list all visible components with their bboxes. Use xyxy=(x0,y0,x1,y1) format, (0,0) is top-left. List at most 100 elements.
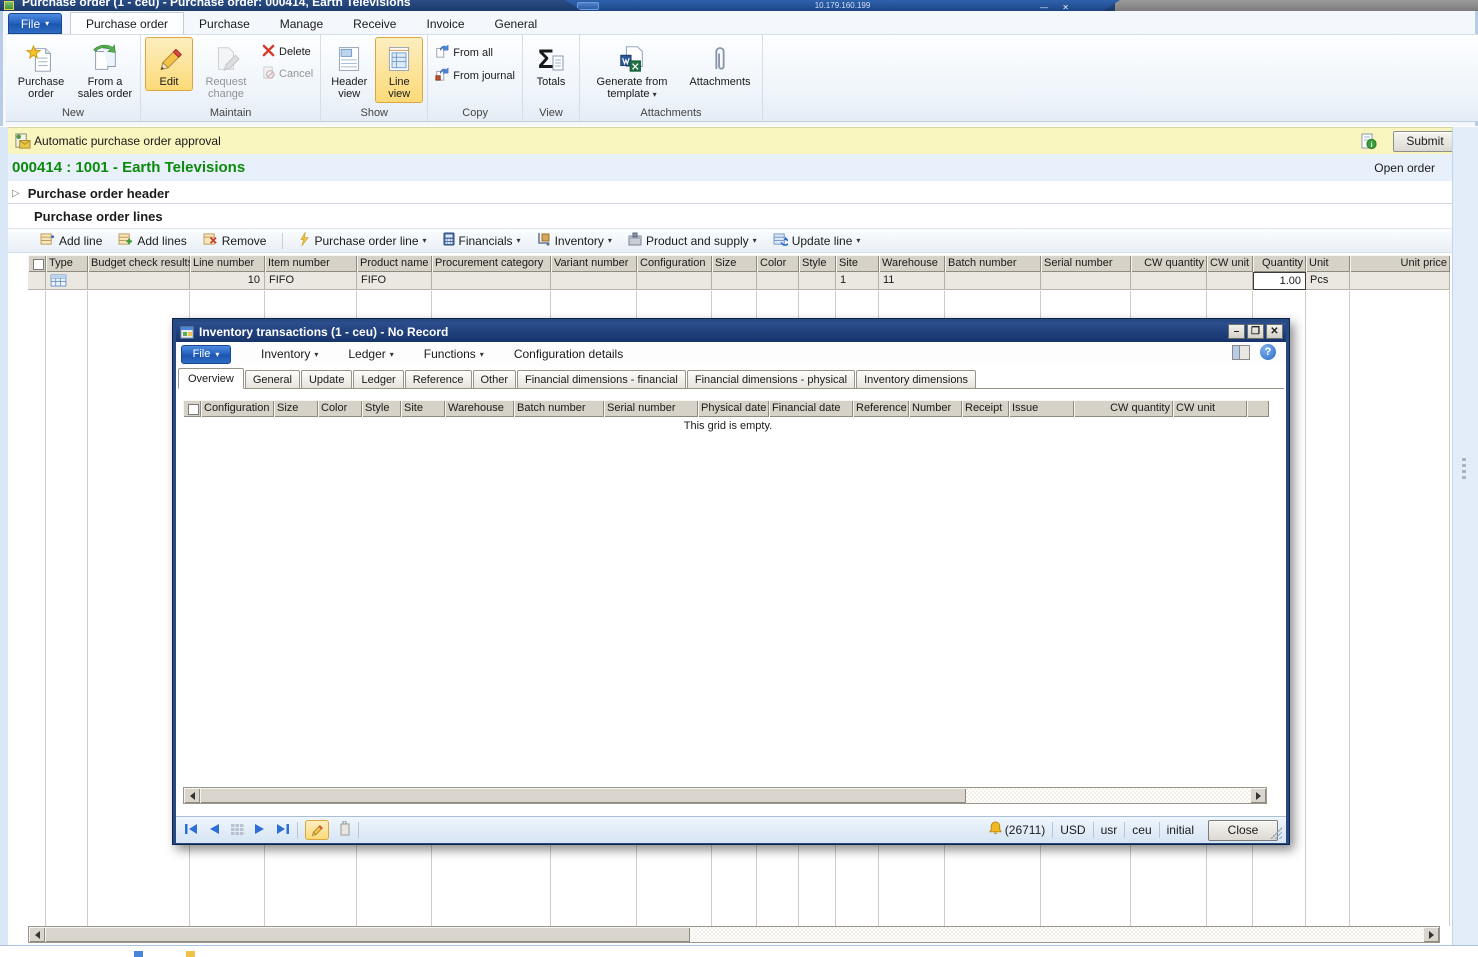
cell-size[interactable] xyxy=(712,272,757,290)
expand-arrow-icon[interactable]: ▷ xyxy=(12,188,20,199)
purchase-order-button[interactable]: Purchase order xyxy=(10,37,72,103)
cell-cw-unit[interactable] xyxy=(1207,272,1253,290)
inventory-menu[interactable]: Inventory ▾ xyxy=(531,230,618,251)
tab-purchase[interactable]: Purchase xyxy=(184,13,265,34)
previous-record-button[interactable] xyxy=(208,823,220,838)
financials-menu[interactable]: Financials ▾ xyxy=(437,230,527,251)
last-record-button[interactable] xyxy=(276,823,290,838)
tab-purchase-order[interactable]: Purchase order xyxy=(70,12,184,34)
cell-unit-price[interactable] xyxy=(1350,272,1450,290)
row-selector[interactable] xyxy=(28,272,46,290)
workflow-info-icon[interactable]: i xyxy=(1361,133,1377,153)
delete-button[interactable]: Delete xyxy=(259,43,316,61)
add-lines-button[interactable]: Add lines xyxy=(112,231,192,251)
cell-variant-number[interactable] xyxy=(551,272,637,290)
dtab-general[interactable]: General xyxy=(245,370,300,388)
dtab-other[interactable]: Other xyxy=(473,370,517,388)
menu-configuration-details[interactable]: Configuration details xyxy=(514,347,623,361)
first-record-button[interactable] xyxy=(184,823,198,838)
dialog-file-button[interactable]: File ▾ xyxy=(181,345,231,364)
tab-invoice[interactable]: Invoice xyxy=(411,13,479,34)
scroll-right-arrow[interactable] xyxy=(1423,927,1439,942)
cell-serial-number[interactable] xyxy=(1041,272,1131,290)
from-journal-button[interactable]: From journal xyxy=(432,66,518,85)
attachments-button[interactable]: Attachments xyxy=(682,37,758,91)
menu-functions[interactable]: Functions▾ xyxy=(424,347,484,361)
remove-button[interactable]: Remove xyxy=(197,231,273,251)
grid-view-button[interactable] xyxy=(230,823,244,838)
lines-grid-row-1[interactable]: 10 FIFO FIFO 1 11 1.00 Pcs xyxy=(28,272,1450,290)
request-change-button[interactable]: Request change xyxy=(195,37,257,103)
scroll-left-arrow[interactable] xyxy=(184,788,200,803)
cell-style[interactable] xyxy=(799,272,836,290)
edit-record-button[interactable] xyxy=(305,820,329,840)
lines-grid-header[interactable]: Type Budget check results Line number It… xyxy=(28,255,1450,272)
menu-inventory[interactable]: Inventory▾ xyxy=(261,347,318,361)
cell-configuration[interactable] xyxy=(637,272,712,290)
file-menu-button[interactable]: File ▾ xyxy=(8,13,62,34)
minimize-button[interactable]: – xyxy=(1228,324,1245,339)
scrollbar-thumb[interactable] xyxy=(45,927,690,942)
show-panes-icon[interactable] xyxy=(1232,345,1250,360)
tab-receive[interactable]: Receive xyxy=(338,13,411,34)
dialog-grid-header[interactable]: Configuration Size Color Style Site Ware… xyxy=(183,400,1269,417)
close-button[interactable]: Close xyxy=(1208,820,1278,841)
resize-grip[interactable] xyxy=(1270,827,1282,839)
line-view-button[interactable]: Line view xyxy=(375,37,423,103)
generate-from-template-button[interactable]: Generate from template ▾ xyxy=(584,37,680,104)
main-horizontal-scrollbar[interactable] xyxy=(28,926,1440,943)
submit-button[interactable]: Submit xyxy=(1393,131,1457,152)
cell-type[interactable] xyxy=(46,272,88,290)
dialog-select-all-checkbox[interactable] xyxy=(188,404,199,415)
dtab-fin-dim-physical[interactable]: Financial dimensions - physical xyxy=(687,370,855,388)
cell-unit[interactable]: Pcs xyxy=(1306,272,1350,290)
from-all-button[interactable]: From all xyxy=(432,43,518,62)
dtab-update[interactable]: Update xyxy=(301,370,352,388)
cell-line-number[interactable]: 10 xyxy=(190,272,265,290)
dialog-horizontal-scrollbar[interactable] xyxy=(183,787,1267,804)
update-line-menu[interactable]: Update line ▾ xyxy=(767,231,867,251)
dtab-ledger[interactable]: Ledger xyxy=(353,370,403,388)
cell-cw-quantity[interactable] xyxy=(1131,272,1207,290)
purchase-order-header-section[interactable]: ▷ Purchase order header xyxy=(8,183,1452,204)
splitter-grip[interactable] xyxy=(1462,458,1466,479)
scroll-left-arrow[interactable] xyxy=(29,927,45,942)
cell-site[interactable]: 1 xyxy=(836,272,879,290)
totals-button[interactable]: Σ Totals xyxy=(527,37,575,91)
menu-ledger[interactable]: Ledger▾ xyxy=(348,347,393,361)
cell-item-number[interactable]: FIFO xyxy=(265,272,357,290)
tab-general[interactable]: General xyxy=(480,13,553,34)
tab-manage[interactable]: Manage xyxy=(265,13,338,34)
cell-procurement-category[interactable] xyxy=(432,272,551,290)
bell-icon[interactable] xyxy=(988,821,1003,839)
cell-product-name[interactable]: FIFO xyxy=(357,272,432,290)
cell-warehouse[interactable]: 11 xyxy=(879,272,945,290)
product-and-supply-menu[interactable]: Product and supply ▾ xyxy=(622,230,763,251)
scroll-right-arrow[interactable] xyxy=(1250,788,1266,803)
from-sales-order-button[interactable]: From a sales order xyxy=(74,37,136,103)
cell-batch-number[interactable] xyxy=(945,272,1041,290)
help-icon[interactable]: ? xyxy=(1260,344,1276,360)
scrollbar-thumb[interactable] xyxy=(200,788,966,803)
header-view-button[interactable]: Header view xyxy=(325,37,373,103)
maximize-button[interactable]: ❐ xyxy=(1247,324,1264,339)
close-window-button[interactable]: ✕ xyxy=(1266,324,1283,339)
next-record-button[interactable] xyxy=(254,823,266,838)
select-all-checkbox[interactable] xyxy=(33,259,44,270)
dtab-fin-dim-financial[interactable]: Financial dimensions - financial xyxy=(517,370,686,388)
edit-button[interactable]: Edit xyxy=(145,37,193,91)
cell-budget-check[interactable] xyxy=(88,272,190,290)
attach-document-button[interactable] xyxy=(339,821,351,839)
cell-quantity-input[interactable]: 1.00 xyxy=(1253,272,1306,290)
cancel-button[interactable]: Cancel xyxy=(259,65,316,83)
dtab-reference[interactable]: Reference xyxy=(405,370,472,388)
dtab-inventory-dimensions[interactable]: Inventory dimensions xyxy=(856,370,976,388)
dtab-overview[interactable]: Overview xyxy=(178,368,244,389)
col-warehouse: Warehouse xyxy=(879,255,945,272)
pin-icon[interactable] xyxy=(577,2,599,10)
dialog-titlebar[interactable]: Inventory transactions (1 - ceu) - No Re… xyxy=(176,322,1286,342)
cell-color[interactable] xyxy=(757,272,799,290)
purchase-order-line-menu[interactable]: Purchase order line ▾ xyxy=(293,230,432,251)
add-line-button[interactable]: Add line xyxy=(34,231,108,251)
notification-count[interactable]: (26711) xyxy=(1005,823,1045,837)
